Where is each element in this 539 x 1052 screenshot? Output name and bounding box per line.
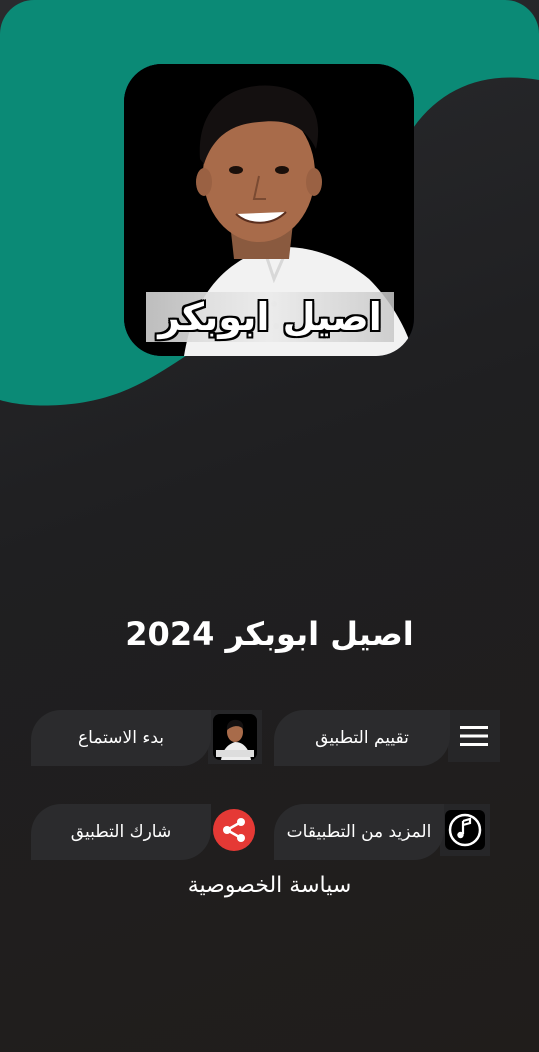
hamburger-icon [460, 726, 488, 746]
start-listening-button[interactable]: بدء الاستماع [31, 710, 211, 766]
start-listening-label: بدء الاستماع [78, 728, 164, 748]
more-apps-button[interactable]: المزيد من التطبيقات [274, 804, 444, 860]
music-note-icon [445, 810, 485, 850]
artist-cover-image: اصيل ابوبكر [124, 64, 414, 356]
share-icon-button[interactable] [208, 804, 260, 856]
share-icon [213, 809, 255, 851]
more-apps-icon-button[interactable] [440, 804, 490, 856]
rate-app-button[interactable]: تقييم التطبيق [274, 710, 450, 766]
app-title: اصيل ابوبكر 2024 [125, 615, 414, 653]
artist-thumbnail [213, 714, 257, 760]
share-app-button[interactable]: شارك التطبيق [31, 804, 211, 860]
privacy-policy-link[interactable]: سياسة الخصوصية [0, 873, 539, 898]
cover-caption: اصيل ابوبكر [146, 292, 394, 342]
app-screen: اصيل ابوبكر اصيل ابوبكر 2024 تقييم التطب… [0, 0, 539, 1052]
share-app-label: شارك التطبيق [70, 822, 172, 842]
menu-button[interactable] [448, 710, 500, 762]
more-apps-label: المزيد من التطبيقات [286, 822, 432, 842]
start-thumbnail-button[interactable] [208, 710, 262, 764]
rate-app-label: تقييم التطبيق [315, 728, 409, 748]
